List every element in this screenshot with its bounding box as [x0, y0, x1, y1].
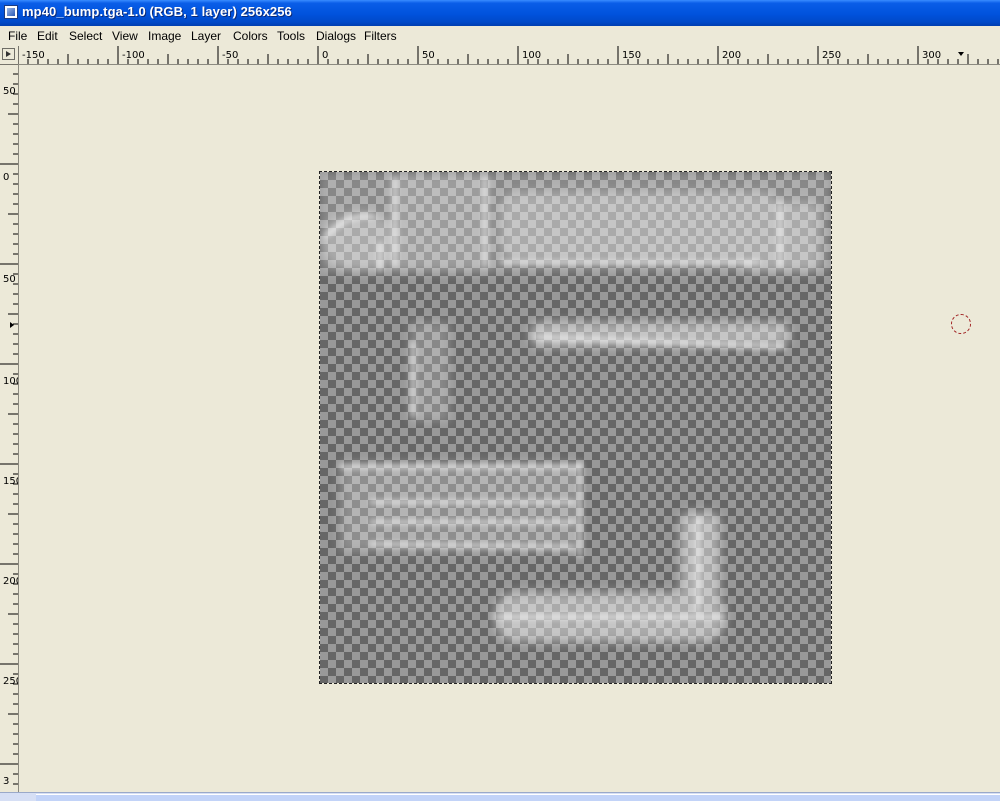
vruler-label: 0	[3, 172, 9, 183]
menu-image[interactable]: Image	[148, 29, 181, 43]
menu-select[interactable]: Select	[69, 29, 102, 43]
image-layer[interactable]	[319, 171, 832, 684]
menu-bar: File Edit Select View Image Layer Colors…	[0, 26, 1000, 46]
menu-layer[interactable]: Layer	[191, 29, 221, 43]
hruler-label: 100	[522, 50, 541, 61]
ruler-menu-icon[interactable]	[2, 48, 15, 60]
hruler-label: -150	[22, 50, 45, 61]
vruler-label: 3	[3, 776, 9, 787]
vruler-label: 50	[3, 86, 16, 97]
vruler-label: 250	[3, 676, 18, 687]
hruler-label: -100	[122, 50, 145, 61]
window-titlebar[interactable]: mp40_bump.tga-1.0 (RGB, 1 layer) 256x256	[0, 0, 1000, 26]
ruler-pointer-icon	[958, 52, 964, 56]
app-icon[interactable]	[4, 5, 18, 19]
menu-edit[interactable]: Edit	[37, 29, 58, 43]
vertical-ruler: 50 0 50 100 150 200 250 3	[0, 64, 19, 792]
vruler-label: 200	[3, 576, 18, 587]
menu-dialogs[interactable]: Dialogs	[316, 29, 356, 43]
bump-texture	[320, 172, 831, 642]
vruler-label: 100	[3, 376, 18, 387]
menu-view[interactable]: View	[112, 29, 138, 43]
vruler-label: 50	[3, 274, 16, 285]
brush-outline-cursor-icon	[951, 314, 971, 334]
hruler-label: 150	[622, 50, 641, 61]
menu-filters[interactable]: Filters	[364, 29, 397, 43]
hruler-label: 200	[722, 50, 741, 61]
vruler-label: 150	[3, 476, 18, 487]
hruler-label: 0	[322, 50, 328, 61]
menu-file[interactable]: File	[8, 29, 27, 43]
hruler-label: 250	[822, 50, 841, 61]
window-title: mp40_bump.tga-1.0 (RGB, 1 layer) 256x256	[22, 4, 292, 19]
menu-tools[interactable]: Tools	[277, 29, 305, 43]
horizontal-ruler: -150 -100 -50 0 50 100 150 200 250 300	[18, 46, 1000, 65]
menu-colors[interactable]: Colors	[233, 29, 268, 43]
hruler-label: -50	[222, 50, 238, 61]
hruler-label: 50	[422, 50, 435, 61]
ruler-pointer-icon	[10, 322, 14, 328]
hruler-label: 300	[922, 50, 941, 61]
